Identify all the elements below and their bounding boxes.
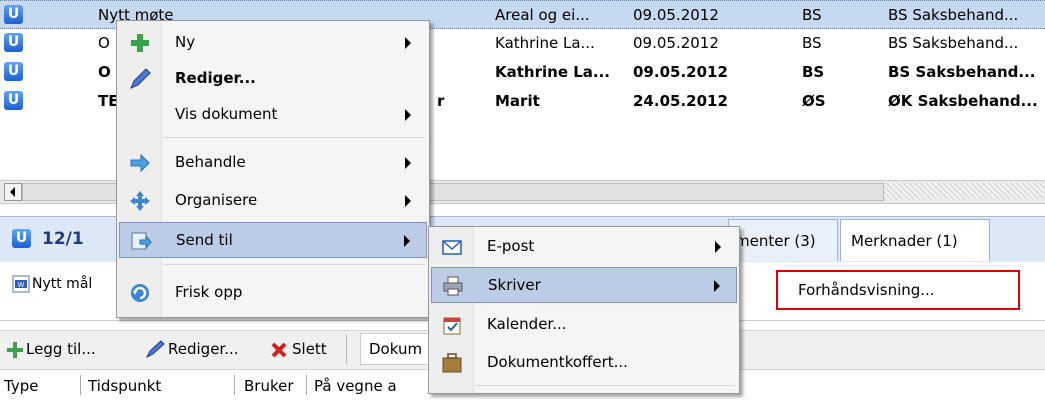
menu-item-send-to[interactable]: Send til [119,222,427,258]
move-icon [130,191,150,211]
menu-item-process[interactable]: Behandle [119,145,427,181]
toolbar-separator [346,334,347,364]
row-date: 09.05.2012 [633,34,719,52]
u-doc-icon: U [12,229,31,248]
tab-comments[interactable]: menter (3) [728,219,838,261]
refresh-icon [131,284,149,302]
add-button[interactable]: Legg til... [26,340,96,358]
row-role: BS Saksbehand... [888,6,1019,24]
menu-separator [163,264,425,265]
delete-button[interactable]: Slett [292,340,327,358]
menu-item-edit[interactable]: Rediger... [119,61,427,97]
print-preview-item[interactable]: Forhåndsvisning... [776,270,1020,310]
menu-item-view-document[interactable]: Vis dokument [119,97,427,133]
menu-item-label: Kalender... [487,315,567,333]
row-title: O [98,34,110,52]
col-divider [234,375,235,395]
documents-tab-label: Dokum [369,340,423,358]
u-doc-icon: U [4,33,23,52]
col-on-behalf[interactable]: På vegne a [314,377,397,395]
menu-item-label: Send til [176,231,233,249]
row-unit: BS [802,34,822,52]
plus-icon [7,342,23,358]
tab-label: menter (3) [735,232,816,250]
row-col2: Kathrine La... [495,34,595,52]
menu-item-printer[interactable]: Skriver [431,267,737,303]
col-divider [306,375,307,395]
case-number: 12/1 [42,229,84,249]
row-date: 24.05.2012 [633,92,728,110]
pencil-icon [145,340,165,359]
word-doc-icon: W [12,275,30,293]
context-menu: Ny Rediger... Vis dokument Behandle Orga… [116,20,430,318]
col-user[interactable]: Bruker [244,377,294,395]
menu-item-label: Ny [175,33,196,51]
row-unit: BS [802,63,825,81]
svg-text:W: W [18,281,25,289]
row-role: ØK Saksbehand... [888,92,1038,110]
row-role: BS Saksbehand... [888,63,1036,81]
printer-icon [443,276,463,296]
menu-item-email[interactable]: E-post [431,229,737,265]
menu-item-label: Organisere [175,191,258,209]
envelope-icon [442,240,462,255]
u-doc-icon: U [4,91,23,110]
submenu-arrow-icon [405,157,411,169]
menu-separator [163,137,425,138]
row-date: 09.05.2012 [633,6,719,24]
col-divider [80,375,81,395]
row-col2: Marit [495,92,540,110]
tab-notes[interactable]: Merknader (1) [840,219,990,261]
submenu-arrow-icon [714,280,720,292]
briefcase-icon [442,353,462,373]
menu-item-calendar[interactable]: Kalender... [431,307,737,343]
row-role: BS Saksbehand... [888,34,1019,52]
row-title: O [98,63,111,81]
row-title-tail: r [437,92,445,110]
row-col2: Kathrine La... [495,63,610,81]
menu-item-label: Frisk opp [175,283,243,301]
pencil-icon [130,68,151,89]
menu-item-label: Rediger... [175,69,256,87]
menu-item-refresh[interactable]: Frisk opp [119,275,427,311]
menu-item-label: Dokumentkoffert... [487,353,628,371]
submenu-arrow-icon [405,195,411,207]
menu-item-briefcase[interactable]: Dokumentkoffert... [431,345,737,381]
menu-item-label: E-post [487,237,535,255]
arrow-right-icon [130,153,150,173]
tab-label: Merknader (1) [851,232,958,250]
menu-item-label: Skriver [488,276,541,294]
menu-item-label: Vis dokument [175,105,278,123]
delete-icon [271,342,287,358]
menu-item-new[interactable]: Ny [119,25,427,61]
scroll-left-button[interactable] [4,183,22,201]
row-date: 09.05.2012 [633,63,728,81]
send-to-submenu: E-post Skriver Kalender... Dokumentkoffe… [428,226,740,394]
submenu-arrow-icon [405,109,411,121]
send-icon [131,232,152,250]
chevron-left-icon [10,187,15,197]
u-doc-icon: U [4,62,23,81]
row-unit: BS [802,6,822,24]
print-preview-label: Forhåndsvisning... [798,281,935,299]
menu-item-label: Behandle [175,153,246,171]
col-time[interactable]: Tidspunkt [88,377,161,395]
submenu-arrow-icon [715,241,721,253]
menu-separator [475,385,735,386]
u-doc-icon: U [4,5,23,24]
submenu-arrow-icon [405,37,411,49]
calendar-icon [443,317,461,335]
row-col2: Areal og ei... [495,6,590,24]
submenu-arrow-icon [404,235,410,247]
attachment-label[interactable]: Nytt mål [32,276,92,292]
edit-button[interactable]: Rediger... [168,340,239,358]
col-type[interactable]: Type [4,377,38,395]
menu-item-organize[interactable]: Organisere [119,183,427,219]
row-unit: ØS [802,92,826,110]
scroll-track[interactable] [884,183,1045,199]
plus-icon [131,34,149,52]
